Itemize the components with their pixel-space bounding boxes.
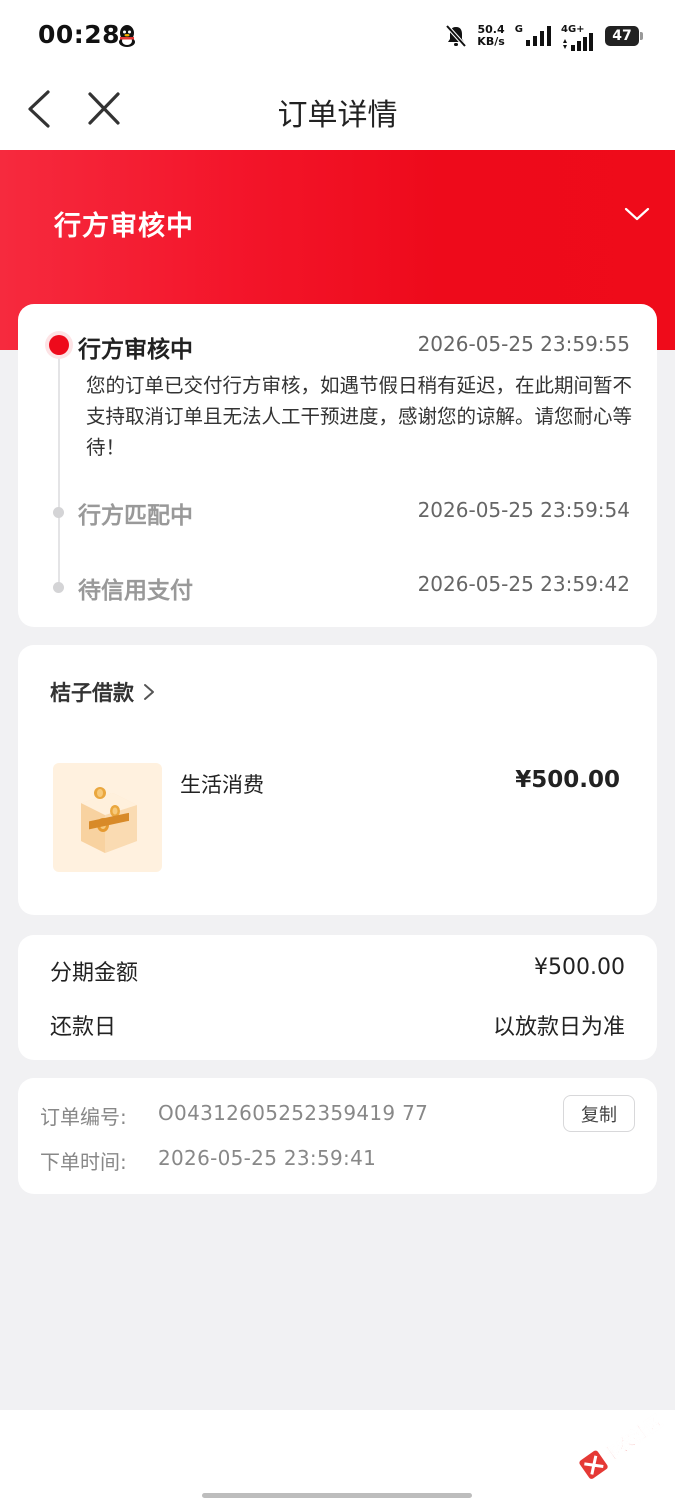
status-indicators: 50.4 KB/s G 4G+ 47 (445, 22, 643, 51)
battery-level: 47 (612, 28, 632, 44)
installment-summary-card: 分期金额 ¥500.00 还款日 以放款日为准 (18, 935, 657, 1060)
order-time-value: 2026-05-25 23:59:41 (158, 1146, 377, 1170)
copy-button[interactable]: 复制 (563, 1095, 635, 1132)
timeline-step-title: 行方审核中 (78, 337, 193, 363)
repay-day-label: 还款日 (50, 1015, 117, 1040)
timeline-line (58, 346, 60, 590)
watermark-logo: 卡农社区 (579, 1411, 667, 1479)
installment-amount-value: ¥500.00 (534, 955, 625, 980)
watermark-text: 卡农社区 (599, 1411, 667, 1467)
repay-day-value: 以放款日为准 (492, 1015, 625, 1040)
network-type-label: G (514, 23, 523, 35)
chevron-right-icon (144, 684, 154, 700)
installment-amount-label: 分期金额 (50, 961, 139, 986)
product-name: 生活消费 (180, 773, 264, 797)
product-thumbnail (53, 763, 162, 872)
order-time-label: 下单时间: (40, 1150, 127, 1174)
signal-4g-icon (563, 32, 593, 51)
status-timeline-card: 行方审核中 2026-05-25 23:59:55 您的订单已交付行方审核，如遇… (18, 304, 657, 627)
network-type-4g: 4G+ (561, 23, 585, 35)
order-id-label: 订单编号: (40, 1105, 127, 1129)
hero-status-title: 行方审核中 (54, 211, 194, 242)
qq-icon (119, 25, 135, 47)
timeline-step-time: 2026-05-25 23:59:54 (417, 498, 630, 522)
battery-icon: 47 (605, 26, 643, 46)
timeline-step-title: 待信用支付 (78, 578, 193, 604)
timeline-step-time: 2026-05-25 23:59:42 (417, 572, 630, 596)
home-indicator[interactable] (202, 1493, 472, 1498)
net-speed-unit: KB/s (477, 35, 505, 48)
timeline-step-title: 行方匹配中 (78, 503, 193, 529)
net-speed: 50.4 KB/s (477, 24, 504, 48)
product-price: ¥500.00 (515, 767, 620, 793)
nav-bar: 订单详情 (0, 72, 675, 150)
timeline-dot (53, 582, 64, 593)
status-time: 00:28 (38, 20, 121, 49)
product-card: 桔子借款 生活消费 ¥500.00 (18, 645, 657, 915)
order-info-card: 订单编号: O04312605252359419 77 复制 下单时间: 202… (18, 1078, 657, 1194)
status-bar: 00:28 50.4 KB/s G 4G+ 47 (0, 0, 675, 72)
order-id-value: O04312605252359419 77 (158, 1101, 429, 1125)
store-link[interactable]: 桔子借款 (50, 677, 156, 707)
page-title: 订单详情 (277, 98, 398, 133)
timeline-step-desc: 您的订单已交付行方审核，如遇节假日稍有延迟，在此期间暂不支持取消订单且无法人工干… (86, 374, 633, 459)
coin-box-icon (81, 787, 137, 853)
timeline-dot-active (49, 335, 69, 355)
bell-muted-icon (445, 24, 467, 48)
signal-icon (526, 26, 551, 46)
chevron-down-icon[interactable] (623, 200, 651, 228)
timeline-step-time: 2026-05-25 23:59:55 (417, 332, 630, 356)
timeline-dot (53, 507, 64, 518)
store-name: 桔子借款 (50, 681, 134, 705)
